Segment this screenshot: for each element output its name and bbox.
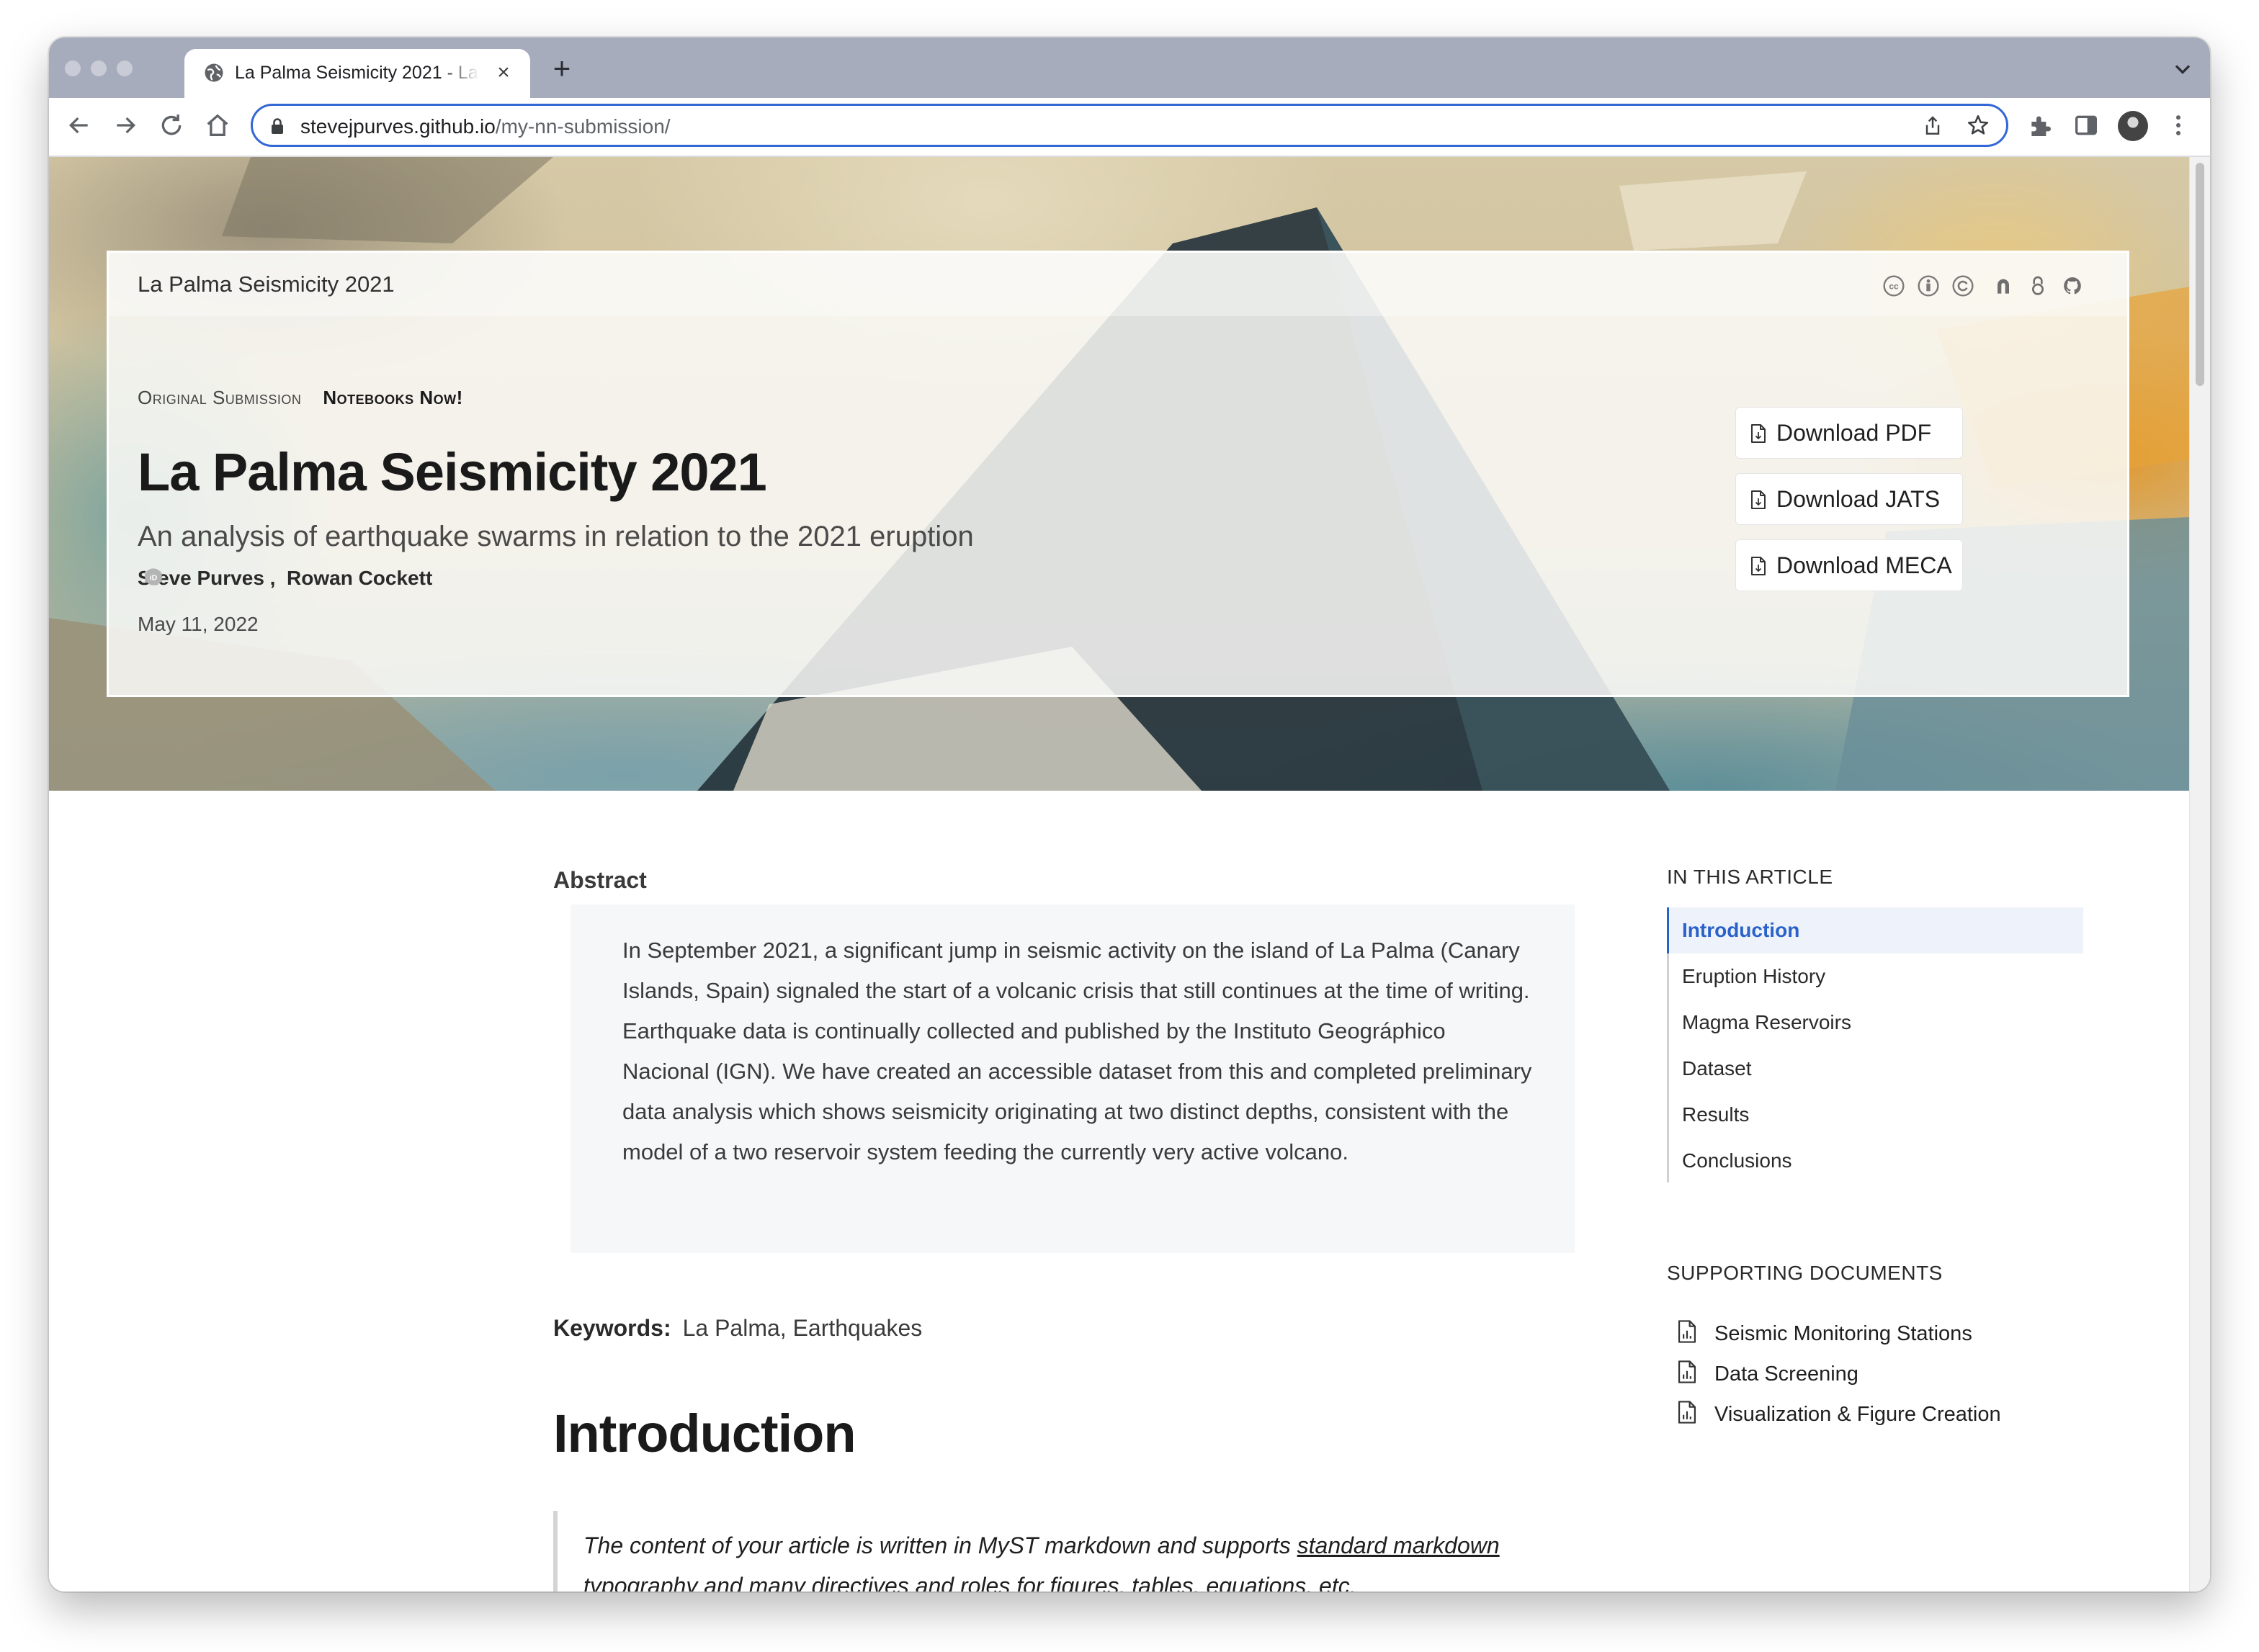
directives-roles-link[interactable]: directives and roles	[812, 1573, 1011, 1592]
side-panel-icon[interactable]	[2072, 111, 2101, 140]
svg-text:cc: cc	[1889, 282, 1899, 292]
download-label: Download MECA	[1776, 552, 1952, 578]
site-title[interactable]: La Palma Seismicity 2021	[138, 271, 395, 297]
by-icon[interactable]	[1917, 274, 1940, 297]
close-window-button[interactable]	[65, 60, 81, 76]
reload-icon[interactable]	[157, 111, 186, 140]
download-label: Download JATS	[1776, 486, 1941, 512]
file-download-icon	[1751, 557, 1766, 575]
page-scrollbar[interactable]	[2189, 157, 2210, 1592]
article-header-card: La Palma Seismicity 2021 cc Original Sub…	[107, 251, 2129, 697]
lock-icon[interactable]	[269, 117, 286, 135]
toc-heading: IN THIS ARTICLE	[1667, 866, 1833, 888]
address-bar[interactable]: stevejpurves.github.io/my-nn-submission/	[251, 104, 2008, 147]
tab-strip: La Palma Seismicity 2021 - La Palma Seis…	[49, 37, 2210, 98]
intro-note-blockquote: The content of your article is written i…	[553, 1511, 1580, 1592]
download-pdf-button[interactable]: Download PDF	[1735, 407, 1963, 459]
sa-icon[interactable]	[1951, 274, 1974, 297]
scrollbar-thumb[interactable]	[2196, 163, 2204, 386]
article-kicker: Original Submission Notebooks Now!	[138, 387, 463, 409]
abstract-heading: Abstract	[553, 867, 647, 893]
table-of-contents: Introduction Eruption History Magma Rese…	[1667, 907, 2087, 1182]
forward-icon[interactable]	[111, 111, 140, 140]
globe-icon	[205, 63, 223, 82]
download-jats-button[interactable]: Download JATS	[1735, 473, 1963, 525]
page-viewport: La Palma Seismicity 2021 cc Original Sub…	[49, 157, 2210, 1592]
site-navbar: La Palma Seismicity 2021 cc	[109, 253, 2127, 316]
notebook-document-icon	[1678, 1320, 1696, 1343]
supporting-doc-label: Visualization & Figure Creation	[1714, 1403, 2001, 1426]
notebook-document-icon	[1678, 1360, 1696, 1383]
download-meca-button[interactable]: Download MECA	[1735, 539, 1963, 591]
toc-item-introduction[interactable]: Introduction	[1667, 907, 2083, 953]
article-type: Original Submission	[138, 387, 302, 408]
article-subtitle: An analysis of earthquake swarms in rela…	[138, 521, 974, 552]
cc-icon[interactable]: cc	[1882, 274, 1905, 297]
toc-item-dataset[interactable]: Dataset	[1669, 1046, 2085, 1092]
extensions-icon[interactable]	[2026, 111, 2054, 140]
tab-title: La Palma Seismicity 2021 - La Palma Seis…	[235, 63, 480, 83]
toc-item-results[interactable]: Results	[1669, 1092, 2085, 1138]
abstract-box: In September 2021, a significant jump in…	[571, 904, 1575, 1253]
publication-date: May 11, 2022	[138, 613, 259, 635]
keywords-line: Keywords: La Palma, Earthquakes	[553, 1315, 922, 1342]
back-icon[interactable]	[65, 111, 94, 140]
tab-close-icon[interactable]: ×	[493, 62, 514, 84]
github-icon[interactable]	[2061, 274, 2084, 297]
venue-name[interactable]: Notebooks Now!	[323, 387, 462, 408]
open-access-icon[interactable]	[1992, 274, 2015, 297]
toc-item-magma-reservoirs[interactable]: Magma Reservoirs	[1669, 1000, 2085, 1046]
bookmark-star-icon[interactable]	[1966, 113, 1990, 138]
more-menu-icon[interactable]	[2164, 111, 2193, 140]
share-icon[interactable]	[1921, 115, 1944, 138]
tab-active[interactable]: La Palma Seismicity 2021 - La Palma Seis…	[184, 49, 530, 98]
article-title: La Palma Seismicity 2021	[138, 442, 767, 502]
author-list: Steve Purves iD , Rowan Cockett iD	[138, 567, 432, 590]
intro-note-text: The content of your article is written i…	[583, 1525, 1570, 1592]
hero-banner: La Palma Seismicity 2021 cc Original Sub…	[49, 157, 2190, 791]
author-name[interactable]: Rowan Cockett	[287, 567, 432, 589]
new-tab-button[interactable]: +	[547, 53, 576, 84]
browser-toolbar: stevejpurves.github.io/my-nn-submission/	[49, 98, 2210, 157]
introduction-heading: Introduction	[553, 1404, 856, 1463]
file-download-icon	[1751, 424, 1766, 443]
browser-window: La Palma Seismicity 2021 - La Palma Seis…	[49, 37, 2210, 1592]
supporting-doc-label: Seismic Monitoring Stations	[1714, 1322, 1972, 1345]
supporting-doc-label: Data Screening	[1714, 1363, 1858, 1386]
supporting-docs-heading: SUPPORTING DOCUMENTS	[1667, 1262, 1943, 1284]
notebook-document-icon	[1678, 1401, 1696, 1424]
keywords-value: La Palma, Earthquakes	[682, 1315, 923, 1341]
keywords-label: Keywords:	[553, 1315, 671, 1341]
tab-search-chevron-icon[interactable]	[2170, 56, 2196, 82]
minimize-window-button[interactable]	[91, 60, 107, 76]
file-download-icon	[1751, 490, 1766, 509]
author-separator: ,	[269, 567, 276, 589]
download-label: Download PDF	[1776, 420, 1932, 446]
jupyter-icon[interactable]	[2026, 274, 2049, 297]
profile-avatar[interactable]	[2118, 111, 2148, 141]
toc-item-eruption-history[interactable]: Eruption History	[1669, 953, 2085, 1000]
zoom-window-button[interactable]	[117, 60, 133, 76]
url-text[interactable]: stevejpurves.github.io/my-nn-submission/	[300, 115, 671, 138]
abstract-text: In September 2021, a significant jump in…	[622, 938, 1532, 1164]
home-icon[interactable]	[203, 111, 232, 140]
svg-text:iD: iD	[150, 574, 158, 583]
orcid-icon[interactable]: iD	[143, 567, 164, 587]
toc-item-conclusions[interactable]: Conclusions	[1669, 1138, 2085, 1184]
license-badges: cc	[1882, 274, 2098, 300]
